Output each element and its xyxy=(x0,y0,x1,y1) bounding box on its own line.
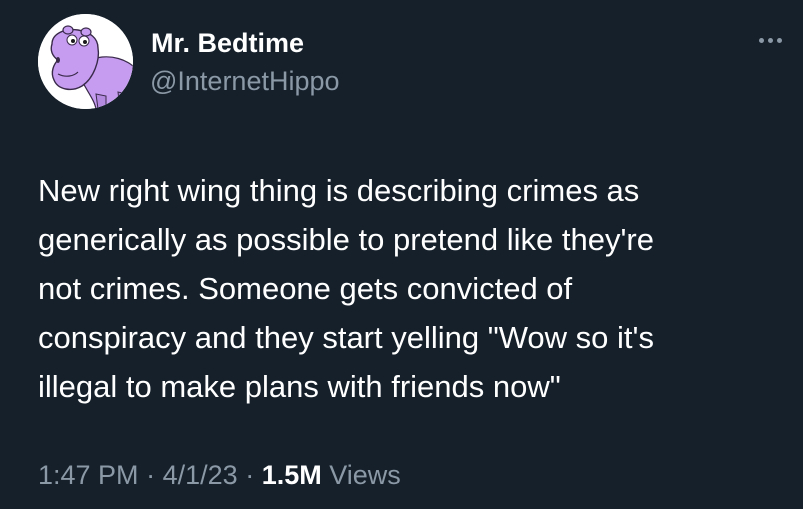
meta-separator: · xyxy=(245,460,255,490)
tweet-date[interactable]: 4/1/23 xyxy=(163,460,238,490)
tweet: Mr. Bedtime @InternetHippo New right win… xyxy=(0,0,803,509)
more-options-icon[interactable] xyxy=(752,30,788,50)
tweet-meta: 1:47 PM · 4/1/23 · 1.5M Views xyxy=(38,458,401,492)
views-label[interactable]: Views xyxy=(329,460,401,490)
meta-separator: · xyxy=(146,460,156,490)
more-dot xyxy=(767,37,773,43)
hippo-avatar-icon xyxy=(38,14,133,109)
more-dot xyxy=(776,37,782,43)
author-display-name[interactable]: Mr. Bedtime xyxy=(151,26,304,60)
more-dot xyxy=(758,37,764,43)
tweet-text: New right wing thing is describing crime… xyxy=(38,173,654,404)
views-count[interactable]: 1.5M xyxy=(262,460,322,490)
tweet-time[interactable]: 1:47 PM xyxy=(38,460,139,490)
avatar[interactable] xyxy=(38,14,133,109)
author-handle[interactable]: @InternetHippo xyxy=(150,64,340,98)
